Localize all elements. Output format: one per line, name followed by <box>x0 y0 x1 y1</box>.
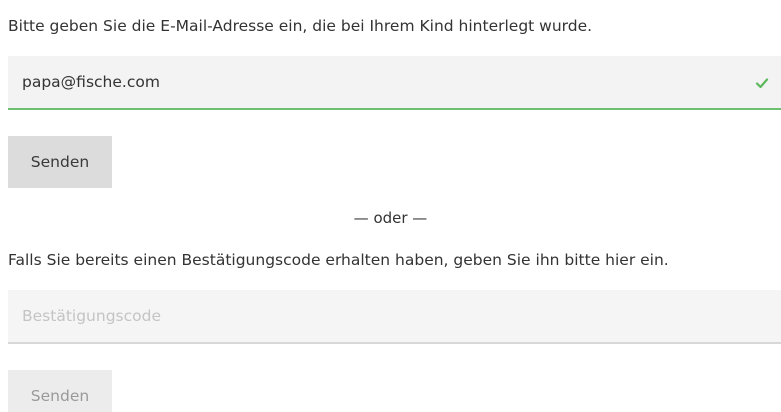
verification-page: Bitte geben Sie die E-Mail-Adresse ein, … <box>0 0 781 412</box>
email-prompt: Bitte geben Sie die E-Mail-Adresse ein, … <box>8 17 593 35</box>
send-code-button[interactable]: Senden <box>8 370 112 412</box>
confirmation-code-input[interactable] <box>8 290 781 342</box>
check-icon <box>755 78 769 89</box>
email-field-container <box>8 56 781 110</box>
code-prompt: Falls Sie bereits einen Bestätigungscode… <box>8 251 669 269</box>
or-divider: — oder — <box>353 209 428 227</box>
email-input[interactable] <box>8 56 781 108</box>
code-field-container <box>8 290 781 344</box>
send-email-button[interactable]: Senden <box>8 136 112 188</box>
